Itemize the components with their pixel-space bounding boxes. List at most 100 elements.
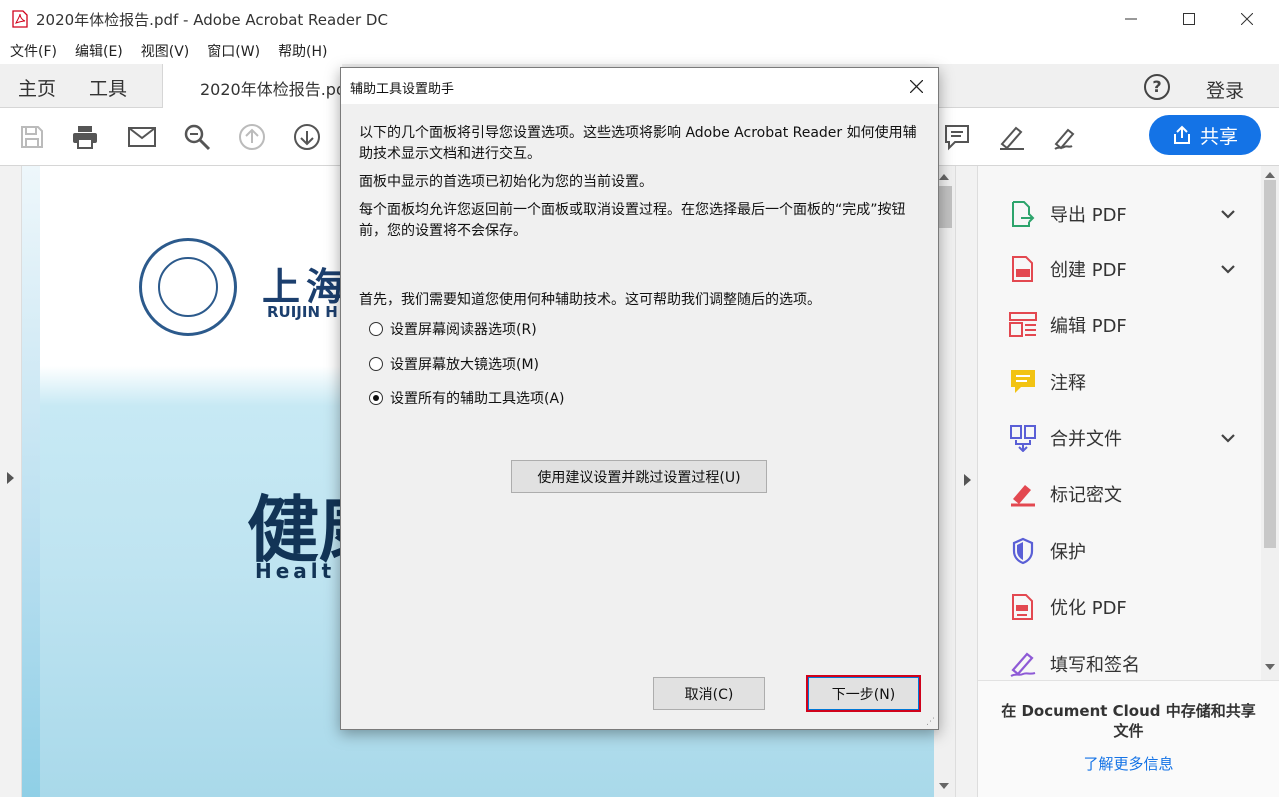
radio-label: 设置屏幕放大镜选项(M) xyxy=(390,357,540,373)
accessibility-setup-dialog: 辅助工具设置助手 以下的几个面板将引导您设置选项。这些选项将影响 Adobe A… xyxy=(340,67,939,730)
right-panel-toggle[interactable] xyxy=(955,166,978,797)
tab-document-label: 2020年体检报告.pdf xyxy=(200,80,352,99)
comment-icon[interactable] xyxy=(942,122,972,152)
create-pdf-icon xyxy=(1008,254,1038,284)
radio-screen-reader[interactable]: 设置屏幕阅读器选项(R) xyxy=(369,319,537,339)
close-icon xyxy=(1241,13,1253,25)
question-text: 首先，我们需要知道您使用何种辅助技术。这可帮助我们调整随后的选项。 xyxy=(359,292,821,308)
tool-edit-pdf[interactable]: 编辑 PDF xyxy=(998,301,1238,349)
skip-setup-button[interactable]: 使用建议设置并跳过设置过程(U) xyxy=(511,460,767,493)
settings-paragraph: 面板中显示的首选项已初始化为您的当前设置。 xyxy=(359,174,653,190)
menu-bar: 文件(F) 编辑(E) 视图(V) 窗口(W) 帮助(H) xyxy=(0,38,1279,64)
tool-combine-files[interactable]: 合并文件 xyxy=(998,414,1238,462)
learn-more-link[interactable]: 了解更多信息 xyxy=(978,753,1279,774)
tab-home[interactable]: 主页 xyxy=(18,74,56,101)
protect-shield-icon xyxy=(1008,536,1038,566)
tool-protect[interactable]: 保护 xyxy=(998,527,1238,575)
share-button[interactable]: 共享 xyxy=(1149,115,1261,155)
scroll-down-icon[interactable] xyxy=(939,783,949,789)
document-cloud-promo: 在 Document Cloud 中存储和共享文件 了解更多信息 xyxy=(978,680,1279,797)
scroll-thumb[interactable] xyxy=(937,186,952,228)
tool-optimize-pdf[interactable]: 优化 PDF xyxy=(998,583,1238,631)
menu-file[interactable]: 文件(F) xyxy=(10,41,57,61)
close-window-button[interactable] xyxy=(1224,0,1270,38)
tool-create-pdf-label: 创建 PDF xyxy=(1050,260,1127,281)
maximize-icon xyxy=(1183,13,1195,25)
optimize-pdf-icon xyxy=(1008,592,1038,622)
page-edge-shade xyxy=(22,166,40,797)
dialog-body: 以下的几个面板将引导您设置选项。这些选项将影响 Adobe Acrobat Re… xyxy=(359,123,929,249)
chevron-down-icon[interactable] xyxy=(1221,209,1235,219)
tool-comment-label: 注释 xyxy=(1050,373,1086,394)
chevron-down-icon[interactable] xyxy=(1221,433,1235,443)
resize-grip-icon[interactable]: ⋰ xyxy=(926,717,935,727)
scroll-up-icon[interactable] xyxy=(939,174,949,180)
page-up-icon[interactable] xyxy=(237,122,267,152)
scroll-thumb[interactable] xyxy=(1264,180,1276,548)
help-icon[interactable]: ? xyxy=(1144,74,1170,100)
combine-files-icon xyxy=(1008,423,1038,453)
dialog-title-bar: 辅助工具设置助手 xyxy=(341,68,938,104)
page-down-icon[interactable] xyxy=(292,122,322,152)
chevron-down-icon[interactable] xyxy=(1221,264,1235,274)
intro-paragraph: 以下的几个面板将引导您设置选项。这些选项将影响 Adobe Acrobat Re… xyxy=(359,125,917,162)
minimize-button[interactable] xyxy=(1108,0,1154,38)
tool-create-pdf[interactable]: 创建 PDF xyxy=(998,245,1238,293)
radio-label: 设置所有的辅助工具选项(A) xyxy=(390,391,565,407)
maximize-button[interactable] xyxy=(1166,0,1212,38)
comment-icon xyxy=(1008,367,1038,397)
tool-export-pdf-label: 导出 PDF xyxy=(1050,205,1127,226)
tool-protect-label: 保护 xyxy=(1050,542,1086,563)
share-label: 共享 xyxy=(1199,125,1238,148)
left-panel-toggle[interactable] xyxy=(0,166,22,797)
logo-inner-ring xyxy=(158,257,218,317)
sign-icon[interactable] xyxy=(1052,122,1082,152)
tool-export-pdf[interactable]: 导出 PDF xyxy=(998,190,1238,238)
dialog-title: 辅助工具设置助手 xyxy=(350,82,455,97)
dialog-close-button[interactable] xyxy=(901,72,931,100)
radio-screen-magnifier[interactable]: 设置屏幕放大镜选项(M) xyxy=(369,354,539,374)
tool-fill-sign-label: 填写和签名 xyxy=(1050,655,1140,676)
report-title-en: Healt xyxy=(255,559,336,583)
tool-comment[interactable]: 注释 xyxy=(998,358,1238,406)
radio-label: 设置屏幕阅读器选项(R) xyxy=(390,322,537,338)
radio-all-options[interactable]: 设置所有的辅助工具选项(A) xyxy=(369,388,565,408)
save-note-paragraph: 每个面板均允许您返回前一个面板或取消设置过程。在您选择最后一个面板的“完成”按钮… xyxy=(359,202,906,239)
menu-help[interactable]: 帮助(H) xyxy=(278,41,327,61)
promo-message: 在 Document Cloud 中存储和共享文件 xyxy=(1001,702,1256,740)
print-icon[interactable] xyxy=(70,122,100,152)
close-icon xyxy=(909,79,923,93)
tool-combine-files-label: 合并文件 xyxy=(1050,429,1122,450)
export-pdf-icon xyxy=(1008,199,1038,229)
acrobat-pdf-icon xyxy=(12,10,28,28)
menu-window[interactable]: 窗口(W) xyxy=(207,41,260,61)
expand-arrow-icon xyxy=(7,472,14,484)
menu-edit[interactable]: 编辑(E) xyxy=(75,41,123,61)
hospital-name-en: RUIJIN H xyxy=(267,303,338,321)
radio-button-selected[interactable] xyxy=(369,391,383,405)
hospital-logo xyxy=(139,238,237,336)
window-title: 2020年体检报告.pdf - Adobe Acrobat Reader DC xyxy=(36,10,388,29)
redact-icon xyxy=(1008,479,1038,509)
zoom-search-icon[interactable] xyxy=(182,122,212,152)
tools-pane-scrollbar[interactable] xyxy=(1261,166,1279,680)
tool-redact[interactable]: 标记密文 xyxy=(998,470,1238,518)
menu-view[interactable]: 视图(V) xyxy=(141,41,190,61)
tab-tools[interactable]: 工具 xyxy=(89,74,127,101)
radio-button[interactable] xyxy=(369,357,383,371)
cancel-button[interactable]: 取消(C) xyxy=(653,677,765,710)
tool-redact-label: 标记密文 xyxy=(1050,485,1122,506)
tool-optimize-pdf-label: 优化 PDF xyxy=(1050,598,1127,619)
radio-button[interactable] xyxy=(369,322,383,336)
highlight-pen-icon[interactable] xyxy=(997,122,1027,152)
next-button[interactable]: 下一步(N) xyxy=(808,677,919,710)
scroll-up-icon[interactable] xyxy=(1265,172,1275,178)
login-button[interactable]: 登录 xyxy=(1206,76,1244,103)
email-icon[interactable] xyxy=(127,122,157,152)
share-icon xyxy=(1173,125,1190,144)
tab-document[interactable]: 2020年体检报告.pdf xyxy=(162,64,352,108)
save-icon[interactable] xyxy=(17,122,47,152)
scroll-down-icon[interactable] xyxy=(1265,664,1275,670)
collapse-arrow-icon xyxy=(964,474,971,486)
fill-sign-icon xyxy=(1008,649,1038,679)
